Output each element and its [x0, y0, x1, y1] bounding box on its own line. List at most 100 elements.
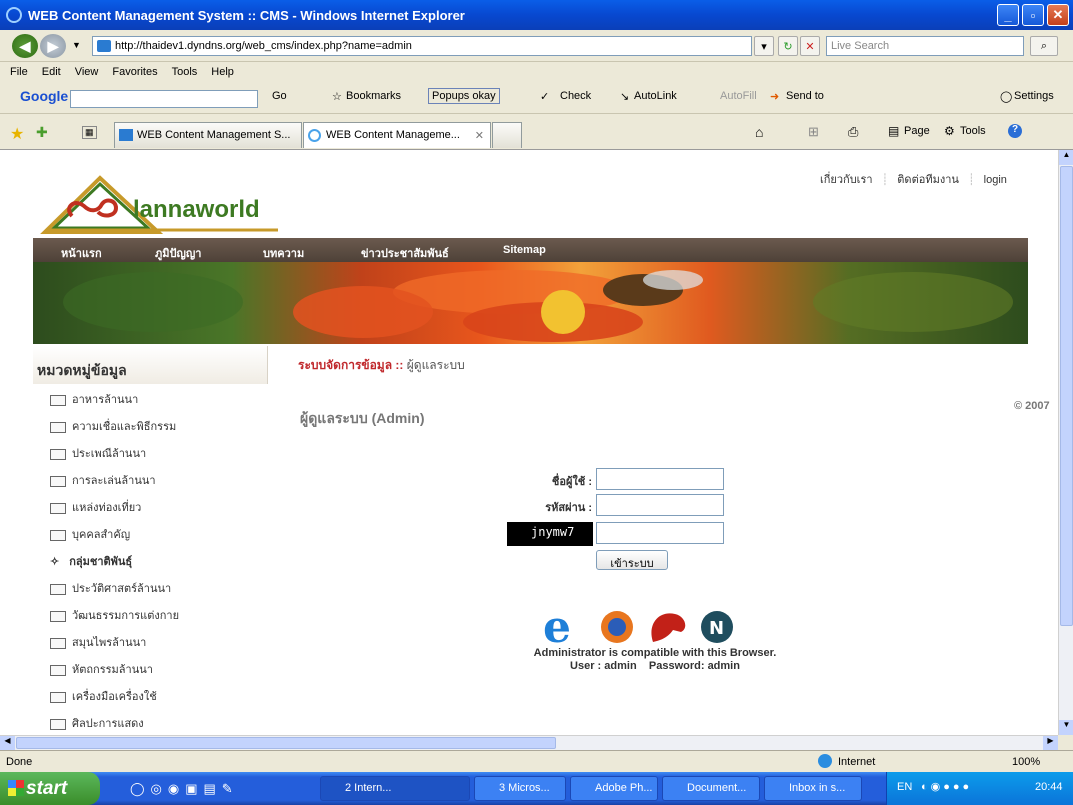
- password-input[interactable]: [596, 494, 724, 516]
- category-item[interactable]: อาหารล้านนา: [50, 390, 138, 408]
- menu-edit[interactable]: Edit: [42, 66, 61, 78]
- tray-icons[interactable]: ◐◉●●●: [921, 780, 972, 793]
- go-button[interactable]: Go: [272, 90, 287, 102]
- system-tray: EN ◐◉●●● 20:44: [886, 772, 1073, 805]
- favorites-star-icon[interactable]: ★: [10, 124, 24, 144]
- scroll-thumb[interactable]: [1060, 166, 1073, 626]
- stop-icon[interactable]: ✕: [800, 36, 820, 56]
- address-input[interactable]: http://thaidev1.dyndns.org/web_cms/index…: [92, 36, 752, 56]
- forward-button[interactable]: ▶: [40, 34, 66, 58]
- horizontal-scrollbar[interactable]: ◀ ▶: [0, 735, 1058, 750]
- category-item[interactable]: การละเล่นล้านนา: [50, 471, 156, 489]
- scroll-down-icon[interactable]: ▼: [1059, 720, 1073, 735]
- check-button[interactable]: Check: [560, 90, 591, 102]
- menu-tools[interactable]: Tools: [172, 66, 198, 78]
- scroll-right-icon[interactable]: ▶: [1043, 736, 1058, 750]
- task-inbox[interactable]: Inbox in s...: [764, 776, 862, 801]
- settings-button[interactable]: Settings: [1014, 90, 1054, 102]
- autolink-button[interactable]: AutoLink: [634, 90, 677, 102]
- start-button[interactable]: start: [0, 772, 100, 805]
- nav-articles[interactable]: บทความ: [263, 244, 304, 262]
- scroll-left-icon[interactable]: ◀: [0, 736, 15, 750]
- breadcrumb-current: ผู้ดูแลระบบ: [406, 358, 465, 372]
- windows-logo-icon: [8, 780, 24, 796]
- category-item[interactable]: ประวัติศาสตร์ล้านนา: [50, 579, 171, 597]
- minimize-button[interactable]: _: [997, 4, 1019, 26]
- tab-2[interactable]: WEB Content Manageme... ✕: [303, 122, 491, 148]
- category-item[interactable]: เครื่องมือเครื่องใช้: [50, 687, 157, 705]
- menu-view[interactable]: View: [75, 66, 99, 78]
- category-item[interactable]: หัตถกรรมล้านนา: [50, 660, 153, 678]
- category-item[interactable]: บุคคลสำคัญ: [50, 525, 130, 543]
- address-dropdown-icon[interactable]: ▾: [754, 36, 774, 56]
- zoom-level[interactable]: 100%: [1012, 756, 1040, 768]
- maximize-button[interactable]: ▫: [1022, 4, 1044, 26]
- refresh-icon[interactable]: ↻: [778, 36, 798, 56]
- tools-menu-button[interactable]: Tools: [960, 125, 986, 137]
- google-search-input[interactable]: [70, 90, 258, 108]
- back-button[interactable]: ◀: [12, 34, 38, 58]
- nav-wisdom[interactable]: ภูมิปัญญา: [155, 244, 201, 262]
- hscroll-thumb[interactable]: [16, 737, 556, 749]
- print-icon[interactable]: ⎙: [848, 124, 858, 140]
- new-tab-button[interactable]: [492, 122, 522, 148]
- task-ie[interactable]: 2 Intern...: [320, 776, 470, 801]
- category-item[interactable]: แหล่งท่องเที่ยว: [50, 498, 141, 516]
- tab-2-label: WEB Content Manageme...: [326, 129, 460, 141]
- folder-icon: [50, 583, 66, 595]
- window-title: WEB Content Management System :: CMS - W…: [28, 7, 465, 23]
- category-item[interactable]: ความเชื่อและพิธีกรรม: [50, 417, 176, 435]
- tab-1[interactable]: WEB Content Management S...: [114, 122, 302, 148]
- sendto-button[interactable]: Send to: [786, 90, 824, 102]
- task-word[interactable]: 3 Micros...: [474, 776, 566, 801]
- task-documents[interactable]: Document...: [662, 776, 760, 801]
- browser-logos: e N: [543, 602, 733, 653]
- task-photoshop[interactable]: Adobe Ph...: [570, 776, 658, 801]
- live-search-input[interactable]: Live Search: [826, 36, 1024, 56]
- menu-file[interactable]: File: [10, 66, 28, 78]
- add-favorite-icon[interactable]: ✚: [36, 124, 48, 141]
- history-dropdown-icon[interactable]: ▼: [72, 40, 81, 50]
- page-menu-icon: ▤: [888, 124, 900, 138]
- compat-line-2: User : admin Password: admin: [570, 660, 740, 672]
- home-icon[interactable]: ⌂: [755, 124, 763, 140]
- nav-home[interactable]: หน้าแรก: [61, 244, 102, 262]
- category-item[interactable]: สมุนไพรล้านนา: [50, 633, 146, 651]
- breadcrumb-main: ระบบจัดการข้อมูล ::: [298, 358, 404, 372]
- page-menu-button[interactable]: Page: [904, 125, 930, 137]
- main-nav: หน้าแรก ภูมิปัญญา บทความ ข่าวประชาสัมพัน…: [33, 238, 1028, 262]
- address-toolbar: ◀ ▶ ▼ http://thaidev1.dyndns.org/web_cms…: [0, 30, 1073, 62]
- folder-icon: [50, 448, 66, 460]
- popups-button[interactable]: Popups okay: [428, 88, 500, 104]
- close-button[interactable]: ✕: [1047, 4, 1069, 26]
- username-input[interactable]: [596, 468, 724, 490]
- category-item[interactable]: ประเพณีล้านนา: [50, 444, 146, 462]
- vertical-scrollbar[interactable]: ▲ ▼: [1058, 150, 1073, 735]
- quick-tabs-icon[interactable]: ▦: [82, 126, 97, 139]
- contact-link[interactable]: ติดต่อทีมงาน: [897, 174, 959, 186]
- bookmarks-button[interactable]: Bookmarks: [346, 90, 401, 102]
- about-link[interactable]: เกี่ยวกับเรา: [820, 174, 873, 186]
- login-submit-button[interactable]: เข้าระบบ: [596, 550, 668, 570]
- site-logo[interactable]: lannaworld: [40, 170, 280, 234]
- scroll-up-icon[interactable]: ▲: [1059, 150, 1073, 165]
- quicklaunch-icons[interactable]: ◯◎◉▣▤✎: [130, 781, 239, 797]
- captcha-input[interactable]: [596, 522, 724, 544]
- nav-sitemap[interactable]: Sitemap: [503, 244, 546, 256]
- menu-help[interactable]: Help: [211, 66, 234, 78]
- menu-favorites[interactable]: Favorites: [112, 66, 157, 78]
- login-link[interactable]: login: [984, 174, 1007, 186]
- help-icon[interactable]: ?: [1008, 124, 1022, 138]
- language-indicator[interactable]: EN: [897, 781, 912, 793]
- feeds-icon[interactable]: ⊞: [808, 124, 819, 140]
- nav-news[interactable]: ข่าวประชาสัมพันธ์: [361, 244, 449, 262]
- autofill-button[interactable]: AutoFill: [720, 90, 757, 102]
- category-item-active[interactable]: ✧ กลุ่มชาติพันธุ์: [50, 552, 132, 570]
- google-toolbar: Google Go ☆ Bookmarks Popups okay ✓ Chec…: [0, 82, 1073, 114]
- category-item[interactable]: วัฒนธรรมการแต่งกาย: [50, 606, 179, 624]
- category-item[interactable]: ศิลปะการแสดง: [50, 714, 144, 732]
- compat-line-1: Administrator is compatible with this Br…: [533, 647, 777, 659]
- close-tab-icon[interactable]: ✕: [475, 129, 484, 142]
- google-logo: Google: [20, 88, 69, 104]
- search-icon[interactable]: ⌕: [1030, 36, 1058, 56]
